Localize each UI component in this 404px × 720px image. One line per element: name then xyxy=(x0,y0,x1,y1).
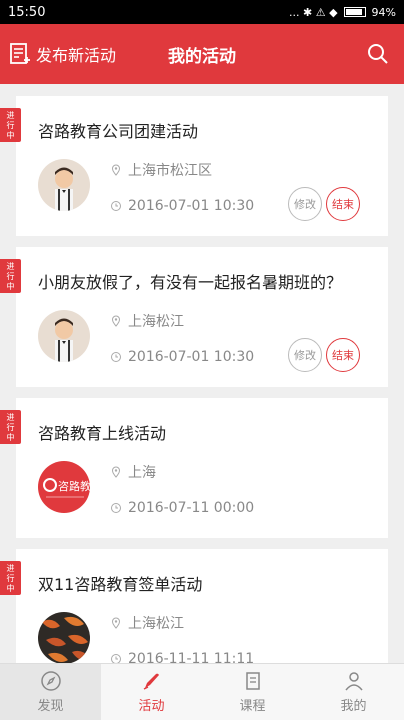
activity-title: 咨路教育公司团建活动 xyxy=(38,122,199,141)
time-text: 2016-07-01 10:30 xyxy=(128,198,255,214)
clock-icon xyxy=(111,201,121,211)
activity-card[interactable]: 进行中咨路教育上线活动咨路教育 上海 2016-07-11 00:00 xyxy=(0,398,388,538)
course-icon xyxy=(245,672,260,690)
end-button[interactable]: 结束 xyxy=(326,338,360,372)
pen-icon xyxy=(143,673,159,690)
tab-activity[interactable]: 活动 xyxy=(101,664,202,720)
search-icon[interactable] xyxy=(366,42,390,66)
bottom-tab-bar: 发现 活动 课程 我的 xyxy=(0,663,404,720)
battery-percent: 94% xyxy=(371,5,396,19)
activity-time: 2016-07-11 00:00 xyxy=(110,500,254,516)
tab-label: 活动 xyxy=(138,699,165,714)
location-icon xyxy=(111,315,121,327)
time-text: 2016-07-11 00:00 xyxy=(128,500,255,516)
clock-icon xyxy=(111,654,121,663)
time-text: 2016-07-01 10:30 xyxy=(128,349,255,365)
publish-label: 发布新活动 xyxy=(36,46,117,65)
tab-label: 发现 xyxy=(37,699,64,714)
tab-label: 我的 xyxy=(340,699,367,714)
activity-avatar: 咨路教育 xyxy=(38,461,90,513)
edit-button[interactable]: 修改 xyxy=(288,338,322,372)
clock-icon xyxy=(111,503,121,513)
battery-icon xyxy=(343,7,366,17)
activity-avatar xyxy=(38,159,90,211)
person-icon xyxy=(344,672,363,691)
activity-title: 小朋友放假了，有没有一起报名暑期班的？ xyxy=(38,273,343,292)
app-header: 发布新活动 我的活动 xyxy=(0,24,404,84)
status-tag-in-progress: 进行中 xyxy=(0,108,21,142)
location-icon xyxy=(111,466,121,478)
logo-text: 咨路教育 xyxy=(58,479,90,493)
activity-location: 上海 xyxy=(110,462,156,482)
activity-card[interactable]: 进行中双11咨路教育签单活动上海松江 2016-11-11 11:11 xyxy=(0,549,388,663)
status-tag-in-progress: 进行中 xyxy=(0,561,21,595)
activity-card[interactable]: 进行中小朋友放假了，有没有一起报名暑期班的？ 上海松江 2016-07-01 10:… xyxy=(0,247,388,387)
status-icons: ... ✱ ⚠ ◆ 94% xyxy=(289,6,396,19)
location-text: 上海 xyxy=(128,465,156,481)
location-icon xyxy=(111,164,121,176)
compass-icon xyxy=(40,671,61,691)
activity-time: 2016-11-11 11:11 xyxy=(110,651,254,663)
status-tag-in-progress: 进行中 xyxy=(0,259,21,293)
publish-icon xyxy=(10,43,30,64)
activity-card[interactable]: 进行中咨路教育公司团建活动上海市松江区 2016-07-01 10:30 修改 结束 xyxy=(0,96,388,236)
clock-icon xyxy=(111,352,121,362)
activity-avatar xyxy=(38,310,90,362)
status-bar: 15:50 ... ✱ ⚠ ◆ 94% xyxy=(0,0,404,24)
tab-discover[interactable]: 发现 xyxy=(0,664,101,720)
tab-label: 课程 xyxy=(239,699,266,714)
activity-time: 2016-07-01 10:30 xyxy=(110,198,254,214)
activity-location: 上海松江 xyxy=(110,613,184,633)
status-tag-in-progress: 进行中 xyxy=(0,410,21,444)
activity-title: 双11咨路教育签单活动 xyxy=(38,575,203,594)
status-time: 15:50 xyxy=(8,4,46,20)
location-icon xyxy=(111,617,121,629)
activity-location: 上海松江 xyxy=(110,311,184,331)
tab-course[interactable]: 课程 xyxy=(202,664,303,720)
activity-avatar xyxy=(38,612,90,663)
activity-list[interactable]: 进行中咨路教育公司团建活动 上海市松江区 2016-07-01 10:30 修改 结束进… xyxy=(0,84,404,663)
activity-location: 上海市松江区 xyxy=(110,160,212,180)
edit-button[interactable]: 修改 xyxy=(288,187,322,221)
publish-activity-button[interactable]: 发布新活动 xyxy=(0,42,116,66)
location-text: 上海市松江区 xyxy=(128,163,212,179)
end-button[interactable]: 结束 xyxy=(326,187,360,221)
tab-mine[interactable]: 我的 xyxy=(303,664,404,720)
activity-title: 咨路教育上线活动 xyxy=(38,424,167,443)
time-text: 2016-11-11 11:11 xyxy=(128,651,255,663)
location-text: 上海松江 xyxy=(128,314,184,330)
status-indicators: ... ✱ ⚠ ◆ xyxy=(289,5,338,19)
activity-time: 2016-07-01 10:30 xyxy=(110,349,254,365)
location-text: 上海松江 xyxy=(128,616,184,632)
